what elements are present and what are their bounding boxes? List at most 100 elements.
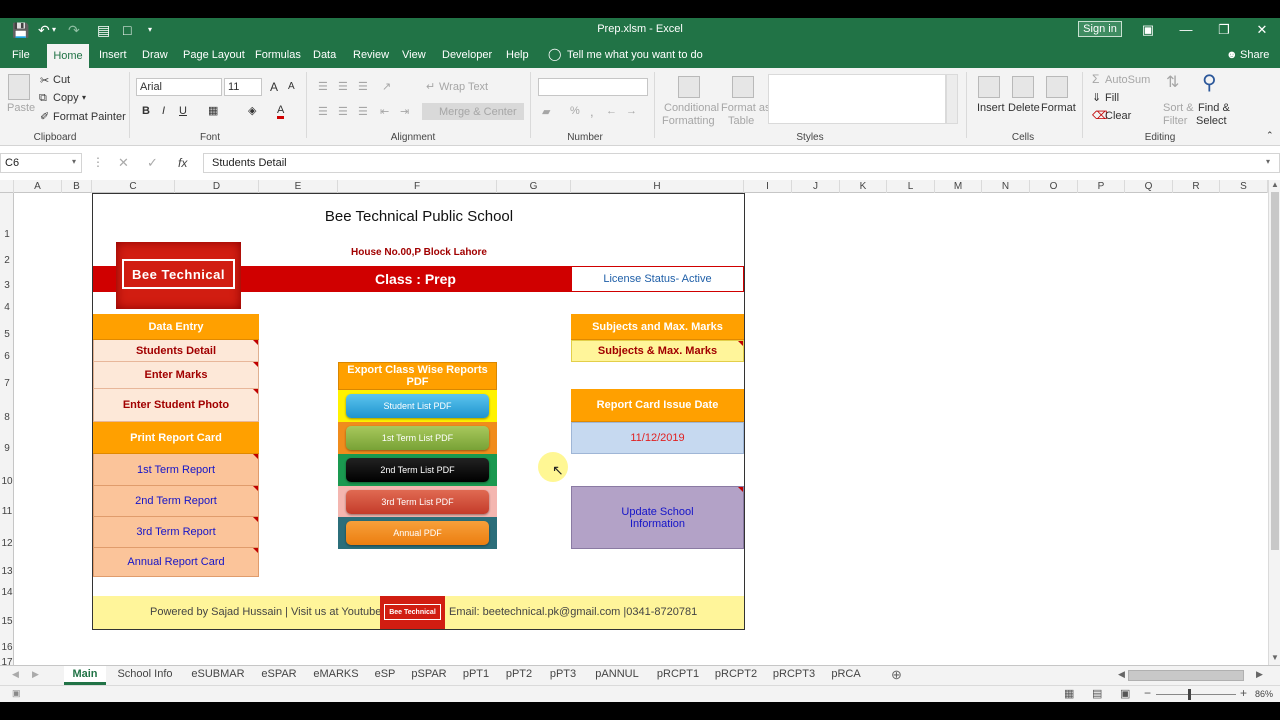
sheet-tab-ppt1[interactable]: pPT1 [456,666,496,685]
collapse-ribbon-icon[interactable]: ⌃ [1266,130,1274,141]
sheet-tab-pannul[interactable]: pANNUL [586,666,648,685]
column-header[interactable]: A [14,180,62,193]
align-right-icon[interactable]: ☰ [358,105,368,118]
sheet-tab-esp[interactable]: eSP [368,666,402,685]
row-header[interactable]: 8 [0,412,14,423]
column-header[interactable]: R [1173,180,1220,193]
copy-button[interactable]: Copy [53,92,79,104]
sheet-tab-prcpt2[interactable]: pRCPT2 [708,666,764,685]
enter-student-photo-button[interactable]: Enter Student Photo [93,389,259,422]
share-button[interactable]: Share [1240,49,1269,61]
column-header[interactable]: G [497,180,571,193]
zoom-in-icon[interactable]: + [1240,686,1247,700]
row-header[interactable]: 16 [0,642,14,653]
tab-draw[interactable]: Draw [142,49,168,61]
row-header[interactable]: 4 [0,302,14,313]
column-header[interactable]: B [62,180,92,193]
tab-page-layout[interactable]: Page Layout [183,49,245,61]
tab-insert[interactable]: Insert [99,49,127,61]
grow-font-button[interactable]: A [270,80,278,94]
format-cells-button[interactable]: Format [1041,102,1076,114]
row-header[interactable]: 7 [0,378,14,389]
select-all-corner[interactable] [0,180,14,193]
cell-styles-gallery[interactable] [768,74,946,124]
increase-indent-icon[interactable]: ⇥ [400,105,409,118]
expand-formula-bar-icon[interactable]: ▾ [1266,157,1270,166]
cut-button[interactable]: Cut [53,74,70,86]
format-as-table-button[interactable]: Format as [721,102,771,114]
zoom-level[interactable]: 86% [1255,689,1273,699]
enter-marks-button[interactable]: Enter Marks [93,362,259,389]
column-header[interactable]: F [338,180,497,193]
column-header[interactable]: Q [1125,180,1173,193]
autosum-button[interactable]: AutoSum [1105,74,1150,86]
underline-button[interactable]: U [179,105,187,117]
autosum-icon[interactable]: Σ [1092,72,1099,86]
conditional-formatting-button[interactable]: Conditional [664,102,719,114]
sheet-tab-prcpt3[interactable]: pRCPT3 [766,666,822,685]
students-detail-button[interactable]: Students Detail [93,340,259,362]
column-header[interactable]: J [792,180,840,193]
sheet-tab-emarks[interactable]: eMARKS [306,666,366,685]
scroll-down-icon[interactable]: ▼ [1271,653,1279,662]
scroll-up-icon[interactable]: ▲ [1271,180,1279,189]
format-cells-icon[interactable] [1046,76,1068,98]
formula-bar-options-icon[interactable]: ⋮ [92,155,104,169]
close-icon[interactable]: ✕ [1247,20,1277,40]
row-header[interactable]: 15 [0,616,14,627]
second-term-list-pdf-button[interactable]: 2nd Term List PDF [346,458,489,482]
copy-icon[interactable]: ⧉ [39,92,47,105]
row-header[interactable]: 10 [0,476,14,487]
format-painter-button[interactable]: Format Painter [53,111,126,123]
update-school-info-button[interactable]: Update School Information [571,486,744,549]
styles-gallery-scroll[interactable] [946,74,958,124]
zoom-slider-track[interactable] [1156,694,1236,695]
ribbon-display-icon[interactable]: ▣ [1133,20,1163,40]
column-header[interactable]: D [175,180,259,193]
fill-button[interactable]: Fill [1105,92,1119,104]
name-box[interactable]: C6 [0,153,82,173]
tab-review[interactable]: Review [353,49,389,61]
fill-color-icon[interactable]: ◈ [248,104,256,117]
align-left-icon[interactable]: ☰ [318,105,328,118]
row-header[interactable]: 6 [0,351,14,362]
row-header[interactable]: 9 [0,443,14,454]
page-break-view-icon[interactable]: ▣ [1120,687,1130,700]
insert-cells-button[interactable]: Insert [977,102,1005,114]
insert-function-button[interactable]: fx [178,156,187,170]
sheet-tab-school-info[interactable]: School Info [108,666,182,685]
format-painter-icon[interactable]: ✐ [40,110,49,123]
column-header[interactable]: H [571,180,744,193]
middle-align-icon[interactable]: ☰ [338,80,348,93]
decrease-decimal-icon[interactable]: → [626,105,637,117]
sheet-tab-espar[interactable]: eSPAR [254,666,304,685]
sign-in-button[interactable]: Sign in [1078,21,1122,37]
column-header[interactable]: I [744,180,792,193]
vertical-scroll-thumb[interactable] [1271,192,1279,550]
borders-icon[interactable]: ▦ [208,104,218,117]
percent-button[interactable]: % [570,105,580,117]
third-term-list-pdf-button[interactable]: 3rd Term List PDF [346,490,489,514]
bottom-align-icon[interactable]: ☰ [358,80,368,93]
paste-button[interactable]: Paste [7,102,35,114]
sheet-tab-ppt2[interactable]: pPT2 [498,666,540,685]
zoom-slider-thumb[interactable] [1188,689,1191,700]
top-align-icon[interactable]: ☰ [318,80,328,93]
merge-center-button[interactable]: Merge & Center [439,106,517,118]
font-size-combo[interactable]: 11 [224,78,262,96]
column-header[interactable]: N [982,180,1030,193]
row-header[interactable]: 11 [0,506,14,517]
sheet-tab-esubmar[interactable]: eSUBMAR [184,666,252,685]
tab-home[interactable]: Home [47,44,89,68]
row-header[interactable]: 2 [0,255,14,266]
format-as-table-icon[interactable] [732,76,754,98]
cancel-icon[interactable]: ✕ [118,155,129,171]
row-header[interactable]: 1 [0,229,14,240]
column-header[interactable]: C [92,180,175,193]
column-header[interactable]: S [1220,180,1268,193]
normal-view-icon[interactable]: ▦ [1064,687,1074,700]
restore-icon[interactable]: ❐ [1209,20,1239,40]
column-header[interactable]: O [1030,180,1078,193]
column-header[interactable]: L [887,180,935,193]
subjects-max-marks-button[interactable]: Subjects & Max. Marks [571,340,744,362]
